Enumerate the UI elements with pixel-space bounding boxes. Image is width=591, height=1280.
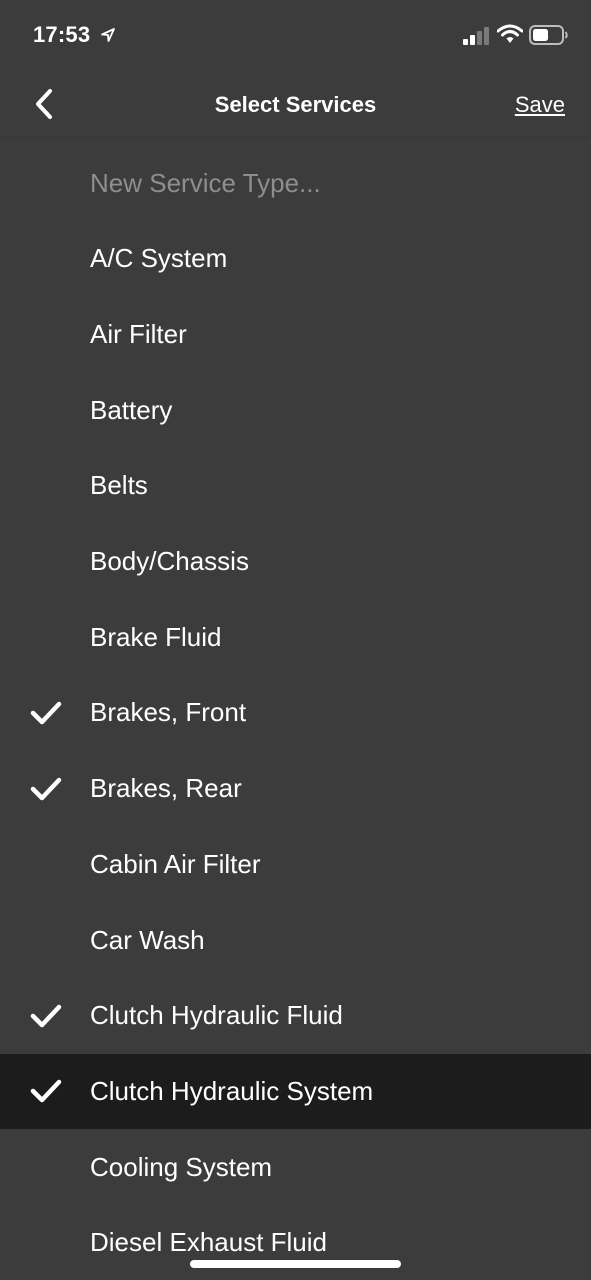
save-button[interactable]: Save bbox=[515, 92, 565, 118]
service-label: Belts bbox=[90, 470, 148, 501]
service-label: Brakes, Rear bbox=[90, 773, 242, 804]
location-arrow-icon bbox=[100, 27, 116, 48]
service-row[interactable]: Clutch Hydraulic System bbox=[0, 1053, 591, 1130]
new-service-type-input[interactable]: New Service Type... bbox=[0, 146, 591, 221]
home-indicator bbox=[190, 1260, 401, 1268]
service-label: Brake Fluid bbox=[90, 621, 222, 652]
service-row[interactable]: A/C System bbox=[0, 221, 591, 297]
checkmark-icon bbox=[30, 1004, 62, 1027]
service-row[interactable]: Brake Fluid bbox=[0, 599, 591, 675]
service-label: Cabin Air Filter bbox=[90, 848, 261, 879]
service-row[interactable]: Battery bbox=[0, 372, 591, 448]
service-label: Cooling System bbox=[90, 1151, 273, 1182]
checkmark-icon bbox=[30, 1080, 62, 1103]
service-row[interactable]: Clutch Hydraulic Fluid bbox=[0, 978, 591, 1054]
service-row[interactable]: Cabin Air Filter bbox=[0, 827, 591, 903]
page-title: Select Services bbox=[214, 92, 377, 117]
service-label: Car Wash bbox=[90, 924, 205, 955]
service-row[interactable]: Brakes, Front bbox=[0, 675, 591, 751]
service-row[interactable]: Car Wash bbox=[0, 902, 591, 978]
checkmark-icon bbox=[30, 701, 62, 725]
checkmark-icon bbox=[30, 777, 62, 800]
wifi-icon bbox=[496, 24, 524, 49]
service-label: Diesel Exhaust Fluid bbox=[90, 1227, 327, 1258]
service-list: New Service Type... A/C System Air Filter… bbox=[0, 146, 591, 1280]
status-time: 17:53 bbox=[33, 22, 91, 47]
service-row[interactable]: Air Filter bbox=[0, 297, 591, 373]
service-label: Air Filter bbox=[90, 319, 187, 350]
service-label: A/C System bbox=[90, 243, 228, 274]
service-row[interactable]: Belts bbox=[0, 448, 591, 524]
battery-icon bbox=[529, 25, 569, 50]
status-bar: 17:53 bbox=[0, 0, 591, 72]
service-row[interactable]: Brakes, Rear bbox=[0, 751, 591, 827]
service-label: Brakes, Front bbox=[90, 697, 247, 728]
service-row[interactable]: Cooling System bbox=[0, 1129, 591, 1205]
service-row[interactable]: Diesel Exhaust Fluid bbox=[0, 1205, 591, 1280]
service-row[interactable]: Body/Chassis bbox=[0, 524, 591, 600]
service-label: Battery bbox=[90, 394, 173, 425]
service-label: Clutch Hydraulic Fluid bbox=[90, 1000, 343, 1031]
cellular-signal-icon bbox=[463, 27, 491, 50]
service-label: Body/Chassis bbox=[90, 546, 249, 577]
navigation-bar: Select Services Save bbox=[0, 72, 591, 138]
service-label: Clutch Hydraulic System bbox=[90, 1075, 374, 1106]
